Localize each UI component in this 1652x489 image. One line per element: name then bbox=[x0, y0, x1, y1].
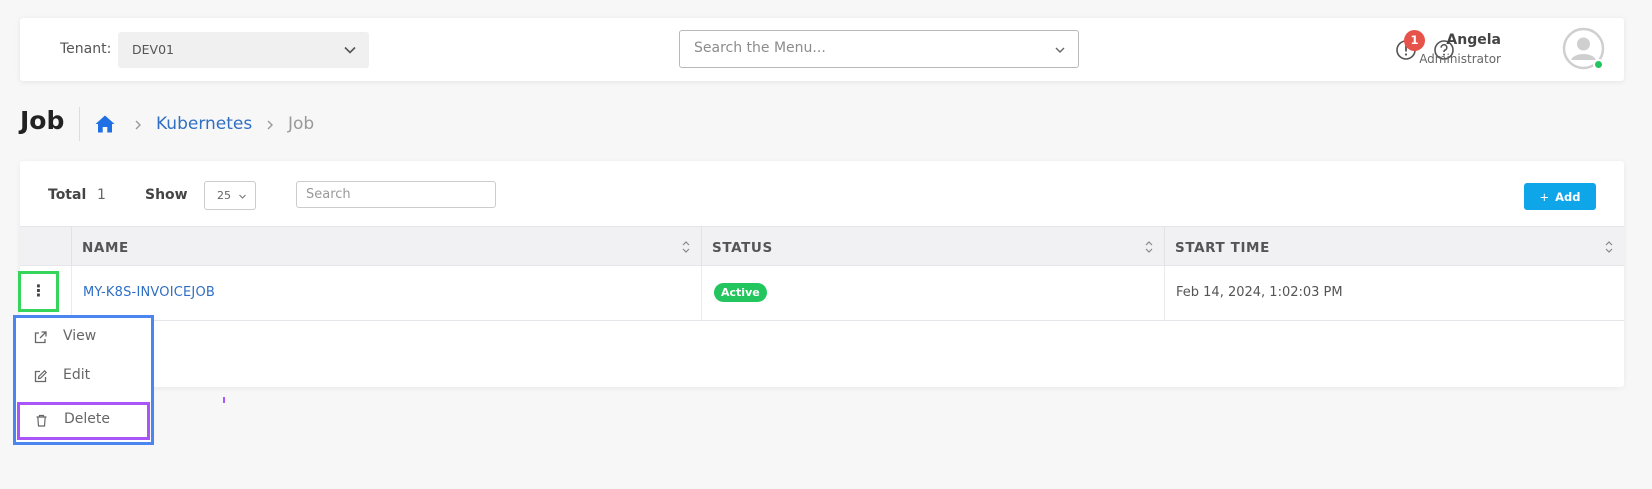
status-badge: Active bbox=[714, 283, 767, 302]
chevron-down-icon bbox=[1055, 47, 1065, 53]
external-link-icon bbox=[34, 331, 47, 344]
add-button-label: Add bbox=[1555, 189, 1581, 204]
menu-item-edit[interactable]: Edit bbox=[16, 358, 151, 396]
column-label: START TIME bbox=[1175, 240, 1270, 256]
chevron-right-icon bbox=[267, 120, 273, 130]
breadcrumb-kubernetes[interactable]: Kubernetes bbox=[156, 114, 252, 134]
user-name[interactable]: Angela bbox=[1446, 32, 1501, 48]
sort-icon[interactable] bbox=[681, 240, 691, 254]
actions-column-header bbox=[20, 227, 71, 267]
plus-icon: + bbox=[1539, 189, 1550, 204]
notification-badge: 1 bbox=[1404, 30, 1425, 51]
page-size-select[interactable]: 25 bbox=[204, 181, 256, 210]
add-button[interactable]: + Add bbox=[1524, 183, 1596, 210]
column-label: STATUS bbox=[712, 240, 773, 256]
menu-search[interactable] bbox=[679, 30, 1079, 68]
page-title: Job bbox=[20, 106, 65, 135]
column-header-status[interactable]: STATUS bbox=[701, 227, 1164, 267]
cursor-mark bbox=[223, 397, 225, 403]
trash-icon bbox=[36, 414, 47, 427]
tenant-label: Tenant: bbox=[60, 41, 112, 57]
breadcrumb-current: Job bbox=[288, 114, 315, 134]
show-label: Show bbox=[145, 187, 188, 203]
edit-icon bbox=[34, 369, 48, 383]
total-value: 1 bbox=[97, 187, 106, 203]
row-actions-menu: View Edit Delete bbox=[13, 315, 154, 445]
table-row: MY-K8S-INVOICEJOB Active Feb 14, 2024, 1… bbox=[20, 266, 1624, 321]
tenant-value: DEV01 bbox=[132, 42, 174, 57]
menu-item-label: Edit bbox=[63, 367, 91, 383]
more-vertical-icon: ⋮ bbox=[30, 281, 47, 300]
menu-item-label: View bbox=[63, 328, 97, 344]
job-name-link[interactable]: MY-K8S-INVOICEJOB bbox=[83, 285, 215, 300]
table-header: NAME STATUS START TIME bbox=[20, 226, 1624, 267]
start-time-value: Feb 14, 2024, 1:02:03 PM bbox=[1176, 285, 1343, 300]
user-role: Administrator bbox=[1419, 52, 1501, 66]
menu-item-view[interactable]: View bbox=[16, 319, 151, 357]
start-time-cell: Feb 14, 2024, 1:02:03 PM bbox=[1164, 266, 1624, 320]
home-icon[interactable] bbox=[94, 113, 116, 135]
chevron-right-icon bbox=[135, 120, 141, 130]
tenant-select[interactable]: DEV01 bbox=[118, 32, 369, 68]
row-actions-button[interactable]: ⋮ bbox=[18, 271, 59, 312]
chevron-down-icon bbox=[239, 194, 246, 199]
menu-search-input[interactable] bbox=[694, 40, 1034, 56]
top-header: Tenant: DEV01 1 Angela Administrator bbox=[20, 18, 1624, 81]
column-header-name[interactable]: NAME bbox=[71, 227, 701, 267]
column-label: NAME bbox=[82, 240, 129, 256]
page-size-value: 25 bbox=[217, 189, 231, 202]
total-label: Total bbox=[48, 187, 87, 203]
menu-item-delete[interactable]: Delete bbox=[17, 402, 150, 440]
chevron-down-icon bbox=[344, 46, 356, 54]
status-cell: Active bbox=[701, 266, 1164, 320]
job-table-card: Total 1 Show 25 + Add NAME STATUS START T… bbox=[20, 161, 1624, 387]
table-search-input[interactable] bbox=[296, 181, 496, 208]
sort-icon[interactable] bbox=[1604, 240, 1614, 254]
column-header-start-time[interactable]: START TIME bbox=[1164, 227, 1624, 267]
sort-icon[interactable] bbox=[1144, 240, 1154, 254]
online-status-dot bbox=[1593, 59, 1604, 70]
title-divider bbox=[79, 107, 80, 141]
name-cell: MY-K8S-INVOICEJOB bbox=[71, 266, 701, 320]
menu-item-label: Delete bbox=[64, 411, 110, 427]
